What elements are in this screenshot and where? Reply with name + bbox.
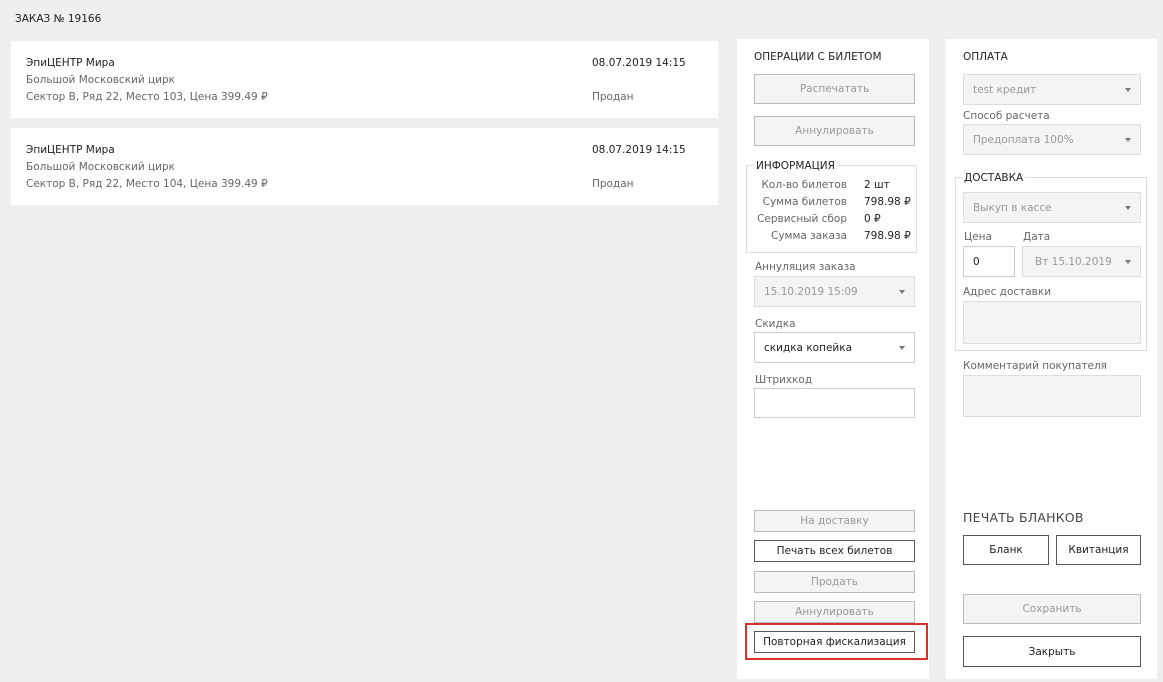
to-delivery-button[interactable]: На доставку	[754, 510, 915, 532]
payment-method-value: test кредит	[973, 83, 1037, 96]
discount-select[interactable]: скидка копейка	[754, 332, 915, 363]
payment-title: ОПЛАТА	[963, 51, 1008, 63]
ticket-venue: Большой Московский цирк	[26, 74, 176, 86]
highlight-box	[745, 623, 928, 660]
info-value: 798.98 ₽	[864, 230, 911, 242]
customer-comment-label: Комментарий покупателя	[963, 360, 1107, 372]
delivery-address-input[interactable]	[963, 301, 1141, 344]
chevron-down-icon	[1125, 87, 1131, 92]
chevron-down-icon	[1125, 259, 1131, 264]
order-title: ЗАКАЗ № 19166	[15, 13, 102, 25]
delivery-type-value: Выкуп в кассе	[973, 201, 1052, 214]
ticket-card[interactable]: ЭпиЦЕНТР Мира Большой Московский цирк Се…	[11, 41, 718, 118]
info-value: 798.98 ₽	[864, 196, 911, 208]
calc-method-value: Предоплата 100%	[973, 133, 1074, 146]
chevron-down-icon	[1125, 205, 1131, 210]
delivery-address-label: Адрес доставки	[963, 286, 1052, 298]
barcode-label: Штрихкод	[755, 374, 813, 386]
delivery-type-select[interactable]: Выкуп в кассе	[963, 192, 1141, 223]
info-row-order-sum: Сумма заказа 798.98 ₽	[746, 230, 917, 244]
ticket-status: Продан	[592, 178, 634, 190]
calc-method-label: Способ расчета	[963, 110, 1050, 122]
ticket-date: 08.07.2019 14:15	[592, 144, 686, 156]
chevron-down-icon	[1125, 137, 1131, 142]
print-all-tickets-button[interactable]: Печать всех билетов	[754, 540, 915, 562]
ticket-event-name: ЭпиЦЕНТР Мира	[26, 57, 115, 69]
save-button[interactable]: Сохранить	[963, 594, 1141, 624]
info-row-service-fee: Сервисный сбор 0 ₽	[746, 213, 917, 227]
info-value: 0 ₽	[864, 213, 881, 225]
info-value: 2 шт	[864, 179, 890, 191]
print-forms-title: ПЕЧАТЬ БЛАНКОВ	[963, 510, 1084, 525]
receipt-button[interactable]: Квитанция	[1056, 535, 1141, 565]
info-key: Сервисный сбор	[757, 213, 847, 225]
ticket-event-name: ЭпиЦЕНТР Мира	[26, 144, 115, 156]
info-title: ИНФОРМАЦИЯ	[754, 160, 837, 172]
ticket-date: 08.07.2019 14:15	[592, 57, 686, 69]
info-key: Сумма заказа	[771, 230, 847, 242]
barcode-input[interactable]	[754, 388, 915, 418]
ticket-card[interactable]: ЭпиЦЕНТР Мира Большой Московский цирк Се…	[11, 128, 718, 205]
info-row-ticket-count: Кол-во билетов 2 шт	[746, 179, 917, 193]
delivery-date-select[interactable]: Вт 15.10.2019	[1022, 246, 1141, 277]
delivery-date-value: Вт 15.10.2019	[1035, 255, 1112, 268]
delivery-title: ДОСТАВКА	[962, 172, 1026, 184]
discount-value: скидка копейка	[764, 341, 853, 354]
blank-button[interactable]: Бланк	[963, 535, 1049, 565]
ticket-seat-info: Сектор В, Ряд 22, Место 103, Цена 399.49…	[26, 91, 268, 103]
info-key: Сумма билетов	[762, 196, 847, 208]
ticket-venue: Большой Московский цирк	[26, 161, 176, 173]
operations-title: ОПЕРАЦИИ С БИЛЕТОМ	[754, 51, 882, 63]
calc-method-select[interactable]: Предоплата 100%	[963, 124, 1141, 155]
delivery-date-label: Дата	[1023, 231, 1051, 243]
ticket-status: Продан	[592, 91, 634, 103]
info-row-tickets-sum: Сумма билетов 798.98 ₽	[746, 196, 917, 210]
payment-method-select[interactable]: test кредит	[963, 74, 1141, 105]
cancel-button[interactable]: Аннулировать	[754, 116, 915, 146]
annulment-label: Аннуляция заказа	[755, 261, 856, 273]
close-button[interactable]: Закрыть	[963, 636, 1141, 667]
annulment-date-select[interactable]: 15.10.2019 15:09	[754, 276, 915, 307]
print-button[interactable]: Распечатать	[754, 74, 915, 104]
annulment-date-value: 15.10.2019 15:09	[764, 285, 858, 298]
chevron-down-icon	[899, 289, 905, 294]
discount-label: Скидка	[755, 318, 796, 330]
delivery-price-input[interactable]: 0	[963, 246, 1015, 277]
chevron-down-icon	[899, 345, 905, 350]
ticket-seat-info: Сектор В, Ряд 22, Место 104, Цена 399.49…	[26, 178, 268, 190]
annul-button[interactable]: Аннулировать	[754, 601, 915, 623]
delivery-price-label: Цена	[964, 231, 992, 243]
info-key: Кол-во билетов	[761, 179, 847, 191]
sell-button[interactable]: Продать	[754, 571, 915, 593]
customer-comment-input[interactable]	[963, 375, 1141, 417]
